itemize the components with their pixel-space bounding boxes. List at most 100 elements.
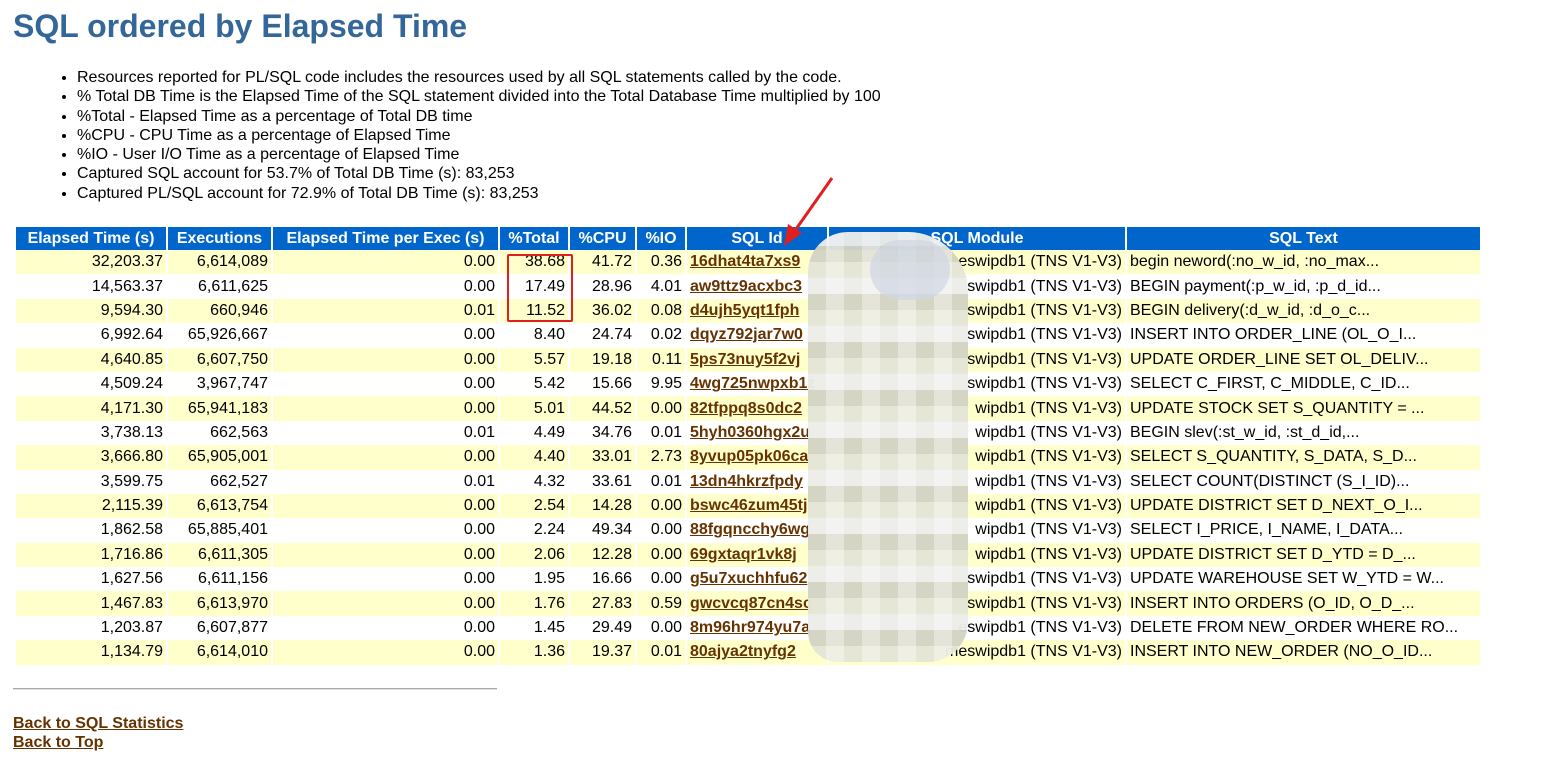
cell-pct-total: 1.45 bbox=[500, 615, 568, 641]
table-row: 3,738.13 662,563 0.01 4.49 34.76 0.01 5hyh0360… bbox=[16, 420, 1480, 446]
cell-pct-total: 1.95 bbox=[500, 567, 568, 592]
sql-id-link[interactable]: 69gxtaqr1vk8j bbox=[690, 546, 797, 563]
cell-elapsed-per-exec: 0.00 bbox=[273, 445, 498, 470]
sql-id-link[interactable]: gwcvcq87cn4sc bbox=[690, 595, 812, 612]
sql-id-link[interactable]: dqyz792jar7w0 bbox=[690, 326, 803, 343]
cell-sql-id: bswc46zum45tj bbox=[687, 493, 827, 519]
cell-executions: 6,613,970 bbox=[168, 591, 271, 616]
col-elapsed-time: Elapsed Time (s) bbox=[16, 227, 166, 250]
cell-pct-io: 0.08 bbox=[637, 298, 685, 324]
sql-id-link[interactable]: bswc46zum45tj bbox=[690, 497, 807, 514]
sql-id-link[interactable]: 13dn4hkrzfpdy bbox=[690, 473, 803, 490]
cell-elapsed-time: 1,467.83 bbox=[16, 591, 166, 616]
cell-pct-total: 5.42 bbox=[500, 371, 568, 397]
cell-pct-cpu: 19.37 bbox=[570, 640, 635, 665]
cell-sql-text: UPDATE STOCK SET S_QUANTITY = ... bbox=[1127, 396, 1480, 421]
note-item: Resources reported for PL/SQL code inclu… bbox=[77, 68, 881, 87]
cell-executions: 6,611,625 bbox=[168, 274, 271, 299]
sql-id-link[interactable]: aw9ttz9acxbc3 bbox=[690, 278, 802, 295]
cell-elapsed-time: 4,509.24 bbox=[16, 371, 166, 397]
sql-id-link[interactable]: 82tfppq8s0dc2 bbox=[690, 400, 802, 417]
cell-elapsed-time: 4,640.85 bbox=[16, 347, 166, 372]
sql-id-link[interactable]: 80ajya2tnyfg2 bbox=[690, 643, 796, 660]
cell-pct-io: 2.73 bbox=[637, 445, 685, 470]
cell-sql-id: 82tfppq8s0dc2 bbox=[687, 396, 827, 421]
sql-id-link[interactable]: g5u7xuchhfu62 bbox=[690, 570, 807, 587]
sql-id-link[interactable]: 8yvup05pk06ca bbox=[690, 448, 808, 465]
sql-id-link[interactable]: 5hyh0360hgx2u bbox=[690, 424, 810, 441]
cell-pct-total: 2.06 bbox=[500, 542, 568, 568]
cell-pct-io: 0.00 bbox=[637, 567, 685, 592]
cell-pct-io: 0.00 bbox=[637, 493, 685, 519]
cell-sql-id: 80ajya2tnyfg2 bbox=[687, 640, 827, 665]
cell-sql-text: UPDATE ORDER_LINE SET OL_DELIV... bbox=[1127, 347, 1480, 372]
cell-sql-id: 4wg725nwpxb1z bbox=[687, 371, 827, 397]
cell-sql-text: begin neword(:no_w_id, :no_max... bbox=[1127, 250, 1480, 275]
cell-elapsed-per-exec: 0.01 bbox=[273, 420, 498, 446]
cell-elapsed-time: 32,203.37 bbox=[16, 250, 166, 275]
table-row: 1,716.86 6,611,305 0.00 2.06 12.28 0.00 69gxta… bbox=[16, 542, 1480, 568]
back-to-top-link[interactable]: Back to Top bbox=[13, 734, 103, 751]
table-header-row: Elapsed Time (s) Executions Elapsed Time… bbox=[16, 227, 1480, 250]
sql-id-link[interactable]: 88fgqncchy6wg bbox=[690, 521, 810, 538]
cell-pct-io: 0.00 bbox=[637, 396, 685, 421]
table-row: 1,627.56 6,611,156 0.00 1.95 16.66 0.00 g5u7xu… bbox=[16, 567, 1480, 592]
cell-pct-io: 0.00 bbox=[637, 518, 685, 543]
cell-pct-cpu: 33.61 bbox=[570, 469, 635, 494]
cell-pct-total: 5.01 bbox=[500, 396, 568, 421]
cell-sql-id: 8m96hr974yu7a bbox=[687, 615, 827, 641]
col-pct-cpu: %CPU bbox=[570, 227, 635, 250]
cell-elapsed-per-exec: 0.01 bbox=[273, 469, 498, 494]
sql-id-link[interactable]: 4wg725nwpxb1z bbox=[690, 375, 815, 392]
cell-sql-text: BEGIN slev(:st_w_id, :st_d_id,... bbox=[1127, 420, 1480, 446]
cell-sql-text: INSERT INTO ORDER_LINE (OL_O_I... bbox=[1127, 323, 1480, 348]
divider bbox=[13, 688, 497, 690]
sql-id-link[interactable]: 16dhat4ta7xs9 bbox=[690, 253, 800, 270]
footer-links: Back to SQL Statistics Back to Top bbox=[13, 714, 183, 752]
cell-executions: 662,563 bbox=[168, 420, 271, 446]
notes-list: Resources reported for PL/SQL code inclu… bbox=[61, 68, 881, 203]
cell-pct-cpu: 41.72 bbox=[570, 250, 635, 275]
cell-executions: 65,905,001 bbox=[168, 445, 271, 470]
cell-pct-io: 0.02 bbox=[637, 323, 685, 348]
cell-pct-total: 5.57 bbox=[500, 347, 568, 372]
cell-elapsed-per-exec: 0.00 bbox=[273, 615, 498, 641]
table-row: 14,563.37 6,611,625 0.00 17.49 28.96 4.01 aw9t… bbox=[16, 274, 1480, 299]
cell-pct-total: 4.40 bbox=[500, 445, 568, 470]
cell-elapsed-per-exec: 0.00 bbox=[273, 567, 498, 592]
cell-elapsed-per-exec: 0.00 bbox=[273, 518, 498, 543]
cell-executions: 6,611,305 bbox=[168, 542, 271, 568]
table-row: 1,203.87 6,607,877 0.00 1.45 29.49 0.00 8m96hr… bbox=[16, 615, 1480, 641]
cell-pct-io: 0.01 bbox=[637, 469, 685, 494]
cell-sql-id: gwcvcq87cn4sc bbox=[687, 591, 827, 616]
cell-executions: 3,967,747 bbox=[168, 371, 271, 397]
cell-sql-id: 88fgqncchy6wg bbox=[687, 518, 827, 543]
cell-elapsed-per-exec: 0.01 bbox=[273, 298, 498, 324]
cell-sql-id: d4ujh5yqt1fph bbox=[687, 298, 827, 324]
table-row: 4,509.24 3,967,747 0.00 5.42 15.66 9.95 4wg725… bbox=[16, 371, 1480, 397]
cell-pct-total: 4.49 bbox=[500, 420, 568, 446]
table-row: 3,666.80 65,905,001 0.00 4.40 33.01 2.73 8yvup… bbox=[16, 445, 1480, 470]
cell-executions: 65,941,183 bbox=[168, 396, 271, 421]
page-title: SQL ordered by Elapsed Time bbox=[13, 8, 468, 44]
col-executions: Executions bbox=[168, 227, 271, 250]
cell-elapsed-per-exec: 0.00 bbox=[273, 542, 498, 568]
note-item: %IO - User I/O Time as a percentage of E… bbox=[77, 145, 881, 164]
cell-sql-text: BEGIN delivery(:d_w_id, :d_o_c... bbox=[1127, 298, 1480, 324]
cell-pct-io: 0.01 bbox=[637, 640, 685, 665]
sql-id-link[interactable]: 5ps73nuy5f2vj bbox=[690, 351, 800, 368]
table-row: 4,171.30 65,941,183 0.00 5.01 44.52 0.00 82tfp… bbox=[16, 396, 1480, 421]
cell-sql-text: SELECT COUNT(DISTINCT (S_I_ID)... bbox=[1127, 469, 1480, 494]
cell-elapsed-per-exec: 0.00 bbox=[273, 371, 498, 397]
back-to-sql-statistics-link[interactable]: Back to SQL Statistics bbox=[13, 715, 183, 732]
note-item: %CPU - CPU Time as a percentage of Elaps… bbox=[77, 126, 881, 145]
cell-pct-cpu: 27.83 bbox=[570, 591, 635, 616]
table-row: 32,203.37 6,614,089 0.00 38.68 41.72 0.36 16dh… bbox=[16, 250, 1480, 275]
sql-id-link[interactable]: d4ujh5yqt1fph bbox=[690, 302, 799, 319]
col-sql-text: SQL Text bbox=[1127, 227, 1480, 250]
cell-elapsed-time: 1,716.86 bbox=[16, 542, 166, 568]
cell-pct-cpu: 49.34 bbox=[570, 518, 635, 543]
cell-elapsed-time: 3,738.13 bbox=[16, 420, 166, 446]
sql-id-link[interactable]: 8m96hr974yu7a bbox=[690, 619, 810, 636]
table-row: 1,862.58 65,885,401 0.00 2.24 49.34 0.00 88fgq… bbox=[16, 518, 1480, 543]
